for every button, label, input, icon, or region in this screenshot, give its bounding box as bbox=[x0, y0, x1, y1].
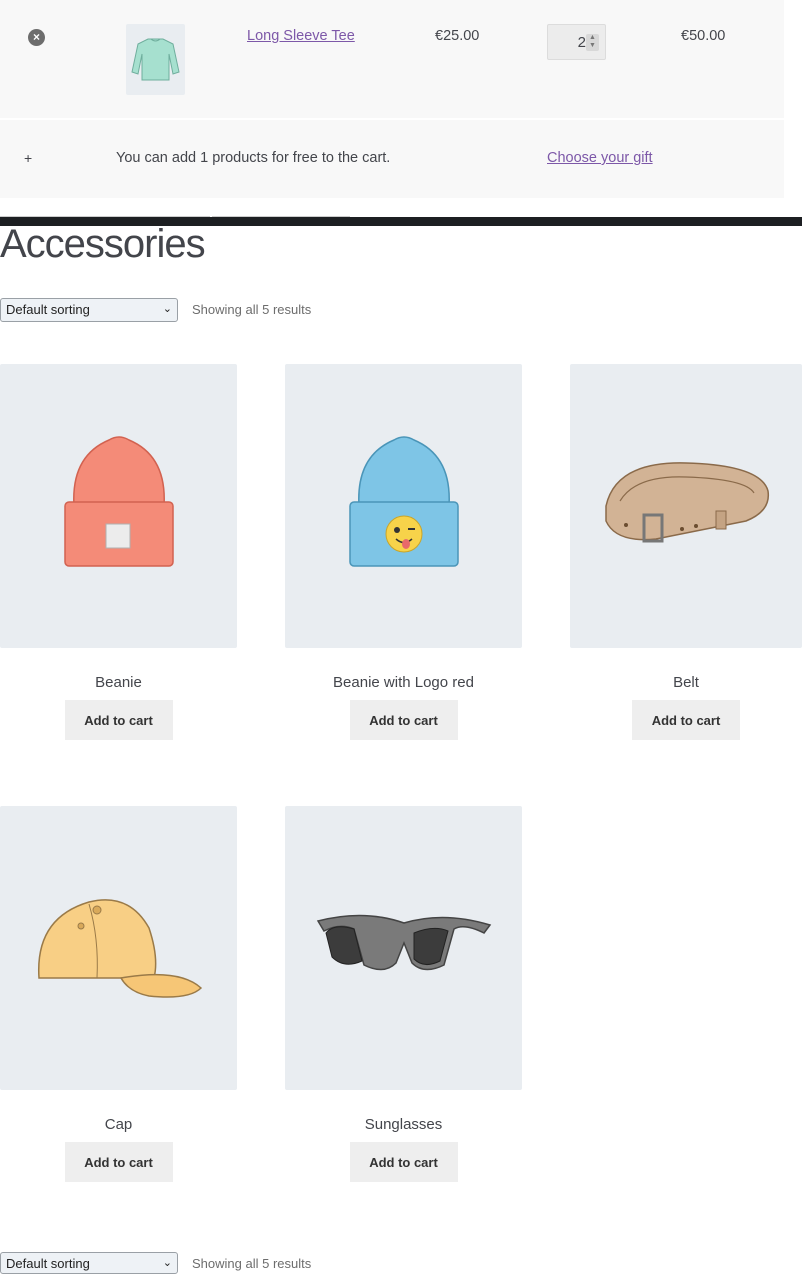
gift-plus-icon: + bbox=[24, 150, 33, 166]
product-card: Beanie with Logo red Add to cart bbox=[285, 364, 522, 740]
choose-gift-link[interactable]: Choose your gift bbox=[547, 150, 653, 166]
add-to-cart-button[interactable]: Add to cart bbox=[349, 1142, 458, 1182]
beanie-orange-icon bbox=[63, 436, 174, 567]
gift-row: + You can add 1 products for free to the… bbox=[0, 120, 784, 198]
cap-icon bbox=[37, 899, 202, 998]
product-name[interactable]: Beanie bbox=[0, 674, 237, 691]
product-card: Sunglasses Add to cart bbox=[285, 806, 522, 1182]
product-name[interactable]: Beanie with Logo red bbox=[285, 674, 522, 691]
product-image[interactable] bbox=[0, 806, 237, 1090]
sorting-selected-value: Default sorting bbox=[6, 302, 90, 317]
product-image[interactable] bbox=[0, 364, 237, 648]
cart-item-row: × Long Sleeve Tee €25.00 2 ▲ ▼ €50.00 bbox=[0, 0, 784, 118]
sorting-selected-value: Default sorting bbox=[6, 1256, 90, 1271]
product-card: Belt Add to cart bbox=[570, 364, 802, 740]
cart-product-price: €25.00 bbox=[435, 28, 480, 44]
chevron-down-icon: ⌄ bbox=[162, 1257, 172, 1269]
product-name[interactable]: Belt bbox=[570, 674, 802, 691]
product-image[interactable] bbox=[285, 806, 522, 1090]
quantity-value[interactable]: 2 bbox=[548, 34, 586, 51]
product-image[interactable] bbox=[285, 364, 522, 648]
chevron-down-icon: ⌄ bbox=[162, 303, 172, 315]
quantity-spin-icon[interactable]: ▲ ▼ bbox=[586, 34, 599, 51]
page-title: Accessories bbox=[0, 222, 206, 266]
beanie-blue-logo-icon bbox=[348, 436, 459, 567]
product-image[interactable] bbox=[570, 364, 802, 648]
sorting-select[interactable]: Default sorting ⌄ bbox=[0, 298, 178, 322]
quantity-stepper[interactable]: 2 ▲ ▼ bbox=[547, 24, 606, 60]
cart-product-link[interactable]: Long Sleeve Tee bbox=[247, 28, 355, 44]
cart-product-subtotal: €50.00 bbox=[681, 28, 726, 44]
add-to-cart-button[interactable]: Add to cart bbox=[64, 1142, 173, 1182]
add-to-cart-button[interactable]: Add to cart bbox=[64, 700, 173, 740]
result-count: Showing all 5 results bbox=[192, 302, 312, 317]
product-thumbnail[interactable] bbox=[126, 24, 185, 95]
product-card: Cap Add to cart bbox=[0, 806, 237, 1182]
sorting-select-bottom[interactable]: Default sorting ⌄ bbox=[0, 1252, 178, 1274]
gift-message: You can add 1 products for free to the c… bbox=[116, 150, 391, 166]
belt-icon bbox=[605, 462, 770, 543]
product-name[interactable]: Cap bbox=[0, 1116, 237, 1133]
result-count-bottom: Showing all 5 results bbox=[192, 1256, 312, 1271]
product-name[interactable]: Sunglasses bbox=[285, 1116, 522, 1133]
product-card: Beanie Add to cart bbox=[0, 364, 237, 740]
add-to-cart-button[interactable]: Add to cart bbox=[632, 700, 740, 740]
remove-item-icon[interactable]: × bbox=[28, 29, 45, 46]
add-to-cart-button[interactable]: Add to cart bbox=[349, 700, 458, 740]
sunglasses-icon bbox=[316, 914, 491, 971]
long-sleeve-tee-icon bbox=[131, 38, 180, 81]
